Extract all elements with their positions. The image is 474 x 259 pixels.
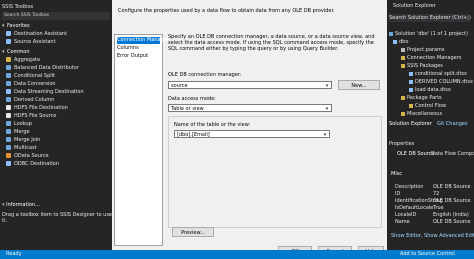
split-icon xyxy=(6,73,11,78)
toolbox-group-common[interactable]: ▾ Common xyxy=(0,48,112,56)
nav-columns[interactable]: Columns xyxy=(117,45,160,52)
merge-icon xyxy=(6,129,11,134)
params-icon xyxy=(401,47,405,52)
derived-column-icon xyxy=(6,97,11,102)
tree-item[interactable]: conditional split.dtsx xyxy=(409,70,474,78)
toolbox-item[interactable]: ODBC Destination xyxy=(0,160,112,168)
streaming-destination-icon xyxy=(6,89,11,94)
source-icon xyxy=(6,39,11,44)
ssis-toolbox-panel: SSIS Toolbox Search SSIS Toolbox ▾ Favori… xyxy=(0,0,112,250)
toolbox-item[interactable]: Source Assistant xyxy=(0,38,112,46)
conversion-icon xyxy=(6,81,11,86)
tree-item[interactable]: Control Flow xyxy=(409,102,474,110)
property-row[interactable]: IdentificationString OLE DB Source xyxy=(387,198,474,205)
new-connection-button[interactable]: New... xyxy=(338,80,380,90)
solution-root[interactable]: Solution 'dbo' (1 of 1 project) xyxy=(389,30,474,38)
tree-item[interactable]: load data.dtsx xyxy=(409,86,474,94)
tree-item[interactable]: DERIVED COLUMN.dtsx xyxy=(409,78,474,86)
project-icon xyxy=(393,39,397,44)
package-icon xyxy=(409,87,413,92)
toolbox-item[interactable]: HDFS File Source xyxy=(0,112,112,120)
toolbox-item[interactable]: Data Streaming Destination xyxy=(0,88,112,96)
intro-text: Specify an OLE DB connection manager, a … xyxy=(168,34,375,52)
status-text: Ready xyxy=(6,251,22,257)
toolbox-item[interactable]: Destination Assistant xyxy=(0,30,112,38)
toolbox-item[interactable]: Lookup xyxy=(0,120,112,128)
chevron-down-icon: ▾ xyxy=(2,49,5,55)
folder-icon xyxy=(401,63,405,68)
toolbox-item[interactable]: Multicast xyxy=(0,144,112,152)
nav-error-output[interactable]: Error Output xyxy=(117,53,160,60)
info-text: Drag a toolbox item to SSIS Designer to … xyxy=(2,212,112,224)
package-icon xyxy=(409,71,413,76)
aggregate-icon xyxy=(6,57,11,62)
chevron-down-icon: ▾ xyxy=(325,83,329,89)
properties-object-type: Data Flow Compone xyxy=(431,151,474,157)
tree-item[interactable]: Connection Managers xyxy=(401,54,474,62)
dialog-description: Configure the properties used by a data … xyxy=(118,8,335,14)
chevron-down-icon: ▾ xyxy=(2,23,5,29)
property-row[interactable]: ID 72 xyxy=(387,191,474,198)
hdfs-destination-icon xyxy=(6,105,11,110)
toolbox-search-input[interactable]: Search SSIS Toolbox xyxy=(2,12,110,20)
toolbox-title: SSIS Toolbox xyxy=(2,4,34,10)
toolbox-item[interactable]: Merge xyxy=(0,128,112,136)
odata-icon xyxy=(6,153,11,158)
editor-links[interactable]: Show Editor, Show Advanced Editor xyxy=(391,232,474,240)
toolbox-item[interactable]: Data Conversion xyxy=(0,80,112,88)
table-label: Name of the table or the view: xyxy=(174,122,251,128)
lookup-icon xyxy=(6,121,11,126)
ole-db-source-editor-dialog: Configure the properties used by a data … xyxy=(112,0,387,259)
folder-icon xyxy=(401,111,405,116)
toolbox-item[interactable]: HDFS File Destination xyxy=(0,104,112,112)
folder-icon xyxy=(409,103,413,108)
solution-icon xyxy=(389,31,393,36)
tree-item[interactable]: Miscellaneous xyxy=(401,110,474,118)
toolbox-item[interactable]: Aggregate xyxy=(0,56,112,64)
access-mode-label: Data access mode: xyxy=(168,96,216,102)
solution-explorer-title: Solution Explorer xyxy=(393,3,436,9)
preview-button[interactable]: Preview... xyxy=(172,227,214,237)
toolbox-item[interactable]: Conditional Split xyxy=(0,72,112,80)
tree-item[interactable]: Package Parts xyxy=(401,94,474,102)
multicast-icon xyxy=(6,145,11,150)
conn-manager-select[interactable]: source ▾ xyxy=(168,81,332,89)
folder-icon xyxy=(401,95,405,100)
add-source-control-button[interactable]: Add to Source Control xyxy=(400,250,455,259)
property-row[interactable]: Description OLE DB Source xyxy=(387,184,474,191)
solution-explorer-panel: Solution Explorer Search Solution Explor… xyxy=(387,0,474,259)
property-row[interactable]: Name OLE DB Source xyxy=(387,219,474,226)
tab-git-changes[interactable]: Git Changes xyxy=(437,120,474,128)
table-select[interactable]: [dbo].[Email] ▾ xyxy=(174,130,330,138)
conn-label: OLE DB connection manager: xyxy=(168,72,242,78)
folder-icon xyxy=(401,55,405,60)
toolbox-item[interactable]: Derived Column xyxy=(0,96,112,104)
property-row[interactable]: LocaleID English (India) xyxy=(387,212,474,219)
chevron-down-icon: ▾ xyxy=(325,106,329,112)
distributor-icon xyxy=(6,65,11,70)
tree-item[interactable]: Project.params xyxy=(401,46,474,54)
property-row[interactable]: IsDefaultLocale True xyxy=(387,205,474,212)
access-mode-select[interactable]: Table or view ▾ xyxy=(168,104,332,112)
destination-icon xyxy=(6,31,11,36)
merge-join-icon xyxy=(6,137,11,142)
package-icon xyxy=(409,79,413,84)
tree-item[interactable]: SSIS Packages xyxy=(401,62,474,70)
editor-nav-panel: Connection Manager Columns Error Output xyxy=(114,34,169,246)
toolbox-item[interactable]: Balanced Data Distributor xyxy=(0,64,112,72)
chevron-down-icon: ▾ xyxy=(323,132,327,138)
toolbox-group-favorites[interactable]: ▾ Favorites xyxy=(0,22,112,30)
properties-section: Misc xyxy=(391,171,403,177)
toolbox-item[interactable]: OData Source xyxy=(0,152,112,160)
solution-search-input[interactable]: Search Solution Explorer (Ctrl+;) xyxy=(389,14,471,22)
odbc-icon xyxy=(6,161,11,166)
hdfs-source-icon xyxy=(6,113,11,118)
toolbox-item[interactable]: Merge Join xyxy=(0,136,112,144)
info-title: ▾ Information... xyxy=(2,202,40,208)
nav-connection-manager[interactable]: Connection Manager xyxy=(117,37,169,44)
properties-title: Properties xyxy=(389,141,415,147)
tree-item[interactable]: dbo xyxy=(393,38,474,46)
